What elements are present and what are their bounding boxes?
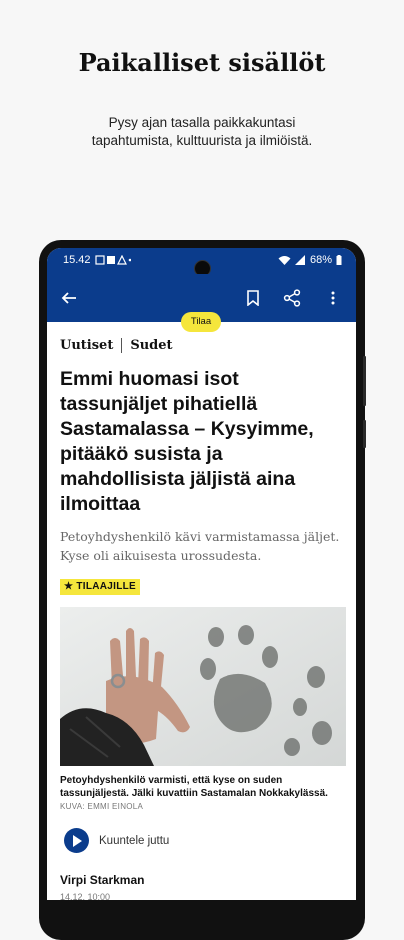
status-right: 68% xyxy=(278,254,342,266)
signal-icon xyxy=(294,255,305,265)
status-time: 15.42 xyxy=(63,254,91,266)
phone-volume-button xyxy=(363,356,366,406)
bookmark-button[interactable] xyxy=(241,286,265,310)
play-icon xyxy=(72,834,82,847)
promo-subtitle-line-2: tapahtumista, kulttuurista ja ilmiöistä. xyxy=(91,133,313,148)
phone-screen: 15.42 68% Tilaa Uutiset Sudet Emmi huoma… xyxy=(47,248,356,900)
play-button[interactable] xyxy=(64,828,89,853)
article-headline: Emmi huomasi isot tassunjäljet pihatiell… xyxy=(60,368,314,515)
snow-pawprint-image xyxy=(60,607,346,766)
promo-subtitle: Pysy ajan tasalla paikkakuntasi tapahtum… xyxy=(62,114,342,150)
article-photo[interactable] xyxy=(60,607,346,766)
back-button[interactable] xyxy=(57,286,81,310)
section-link[interactable]: Uutiset xyxy=(60,338,113,353)
status-left: 15.42 xyxy=(63,254,131,266)
publish-date: 14.12. 10:00 xyxy=(60,892,111,900)
more-vert-icon xyxy=(331,291,335,305)
subscriber-badge: ★ TILAAJILLE xyxy=(60,579,141,595)
battery-icon xyxy=(336,255,342,265)
promo-title: Paikalliset sisällöt xyxy=(78,48,326,77)
subscribe-button[interactable]: Tilaa xyxy=(181,312,221,332)
battery-percent: 68% xyxy=(309,254,332,266)
notification-icons xyxy=(94,255,131,265)
article-lead: Petoyhdyshenkilö kävi varmistamassa jälj… xyxy=(60,529,340,563)
status-bar: 15.42 68% xyxy=(47,248,356,277)
phone-power-button xyxy=(363,420,366,448)
breadcrumb: Uutiset Sudet xyxy=(60,338,173,353)
share-icon xyxy=(283,289,301,307)
bookmark-icon xyxy=(247,290,259,306)
more-options-button[interactable] xyxy=(321,286,345,310)
photo-caption: Petoyhdyshenkilö varmisti, että kyse on … xyxy=(60,774,346,813)
share-button[interactable] xyxy=(280,286,304,310)
badge-label: TILAAJILLE xyxy=(76,581,137,592)
photo-credit: KUVA: EMMI EINOLA xyxy=(60,802,144,811)
breadcrumb-divider xyxy=(121,338,123,353)
listen-article-button[interactable]: Kuuntele juttu xyxy=(64,828,169,853)
app-bar: Tilaa xyxy=(47,274,356,332)
star-icon: ★ xyxy=(64,581,74,592)
listen-label: Kuuntele juttu xyxy=(99,834,170,847)
caption-text: Petoyhdyshenkilö varmisti, että kyse on … xyxy=(60,775,328,799)
author-name[interactable]: Virpi Starkman xyxy=(60,873,144,887)
tag-link[interactable]: Sudet xyxy=(130,338,172,353)
promo-subtitle-line-1: Pysy ajan tasalla paikkakuntasi xyxy=(108,115,296,130)
back-arrow-icon xyxy=(61,292,76,304)
wifi-icon xyxy=(278,256,291,265)
